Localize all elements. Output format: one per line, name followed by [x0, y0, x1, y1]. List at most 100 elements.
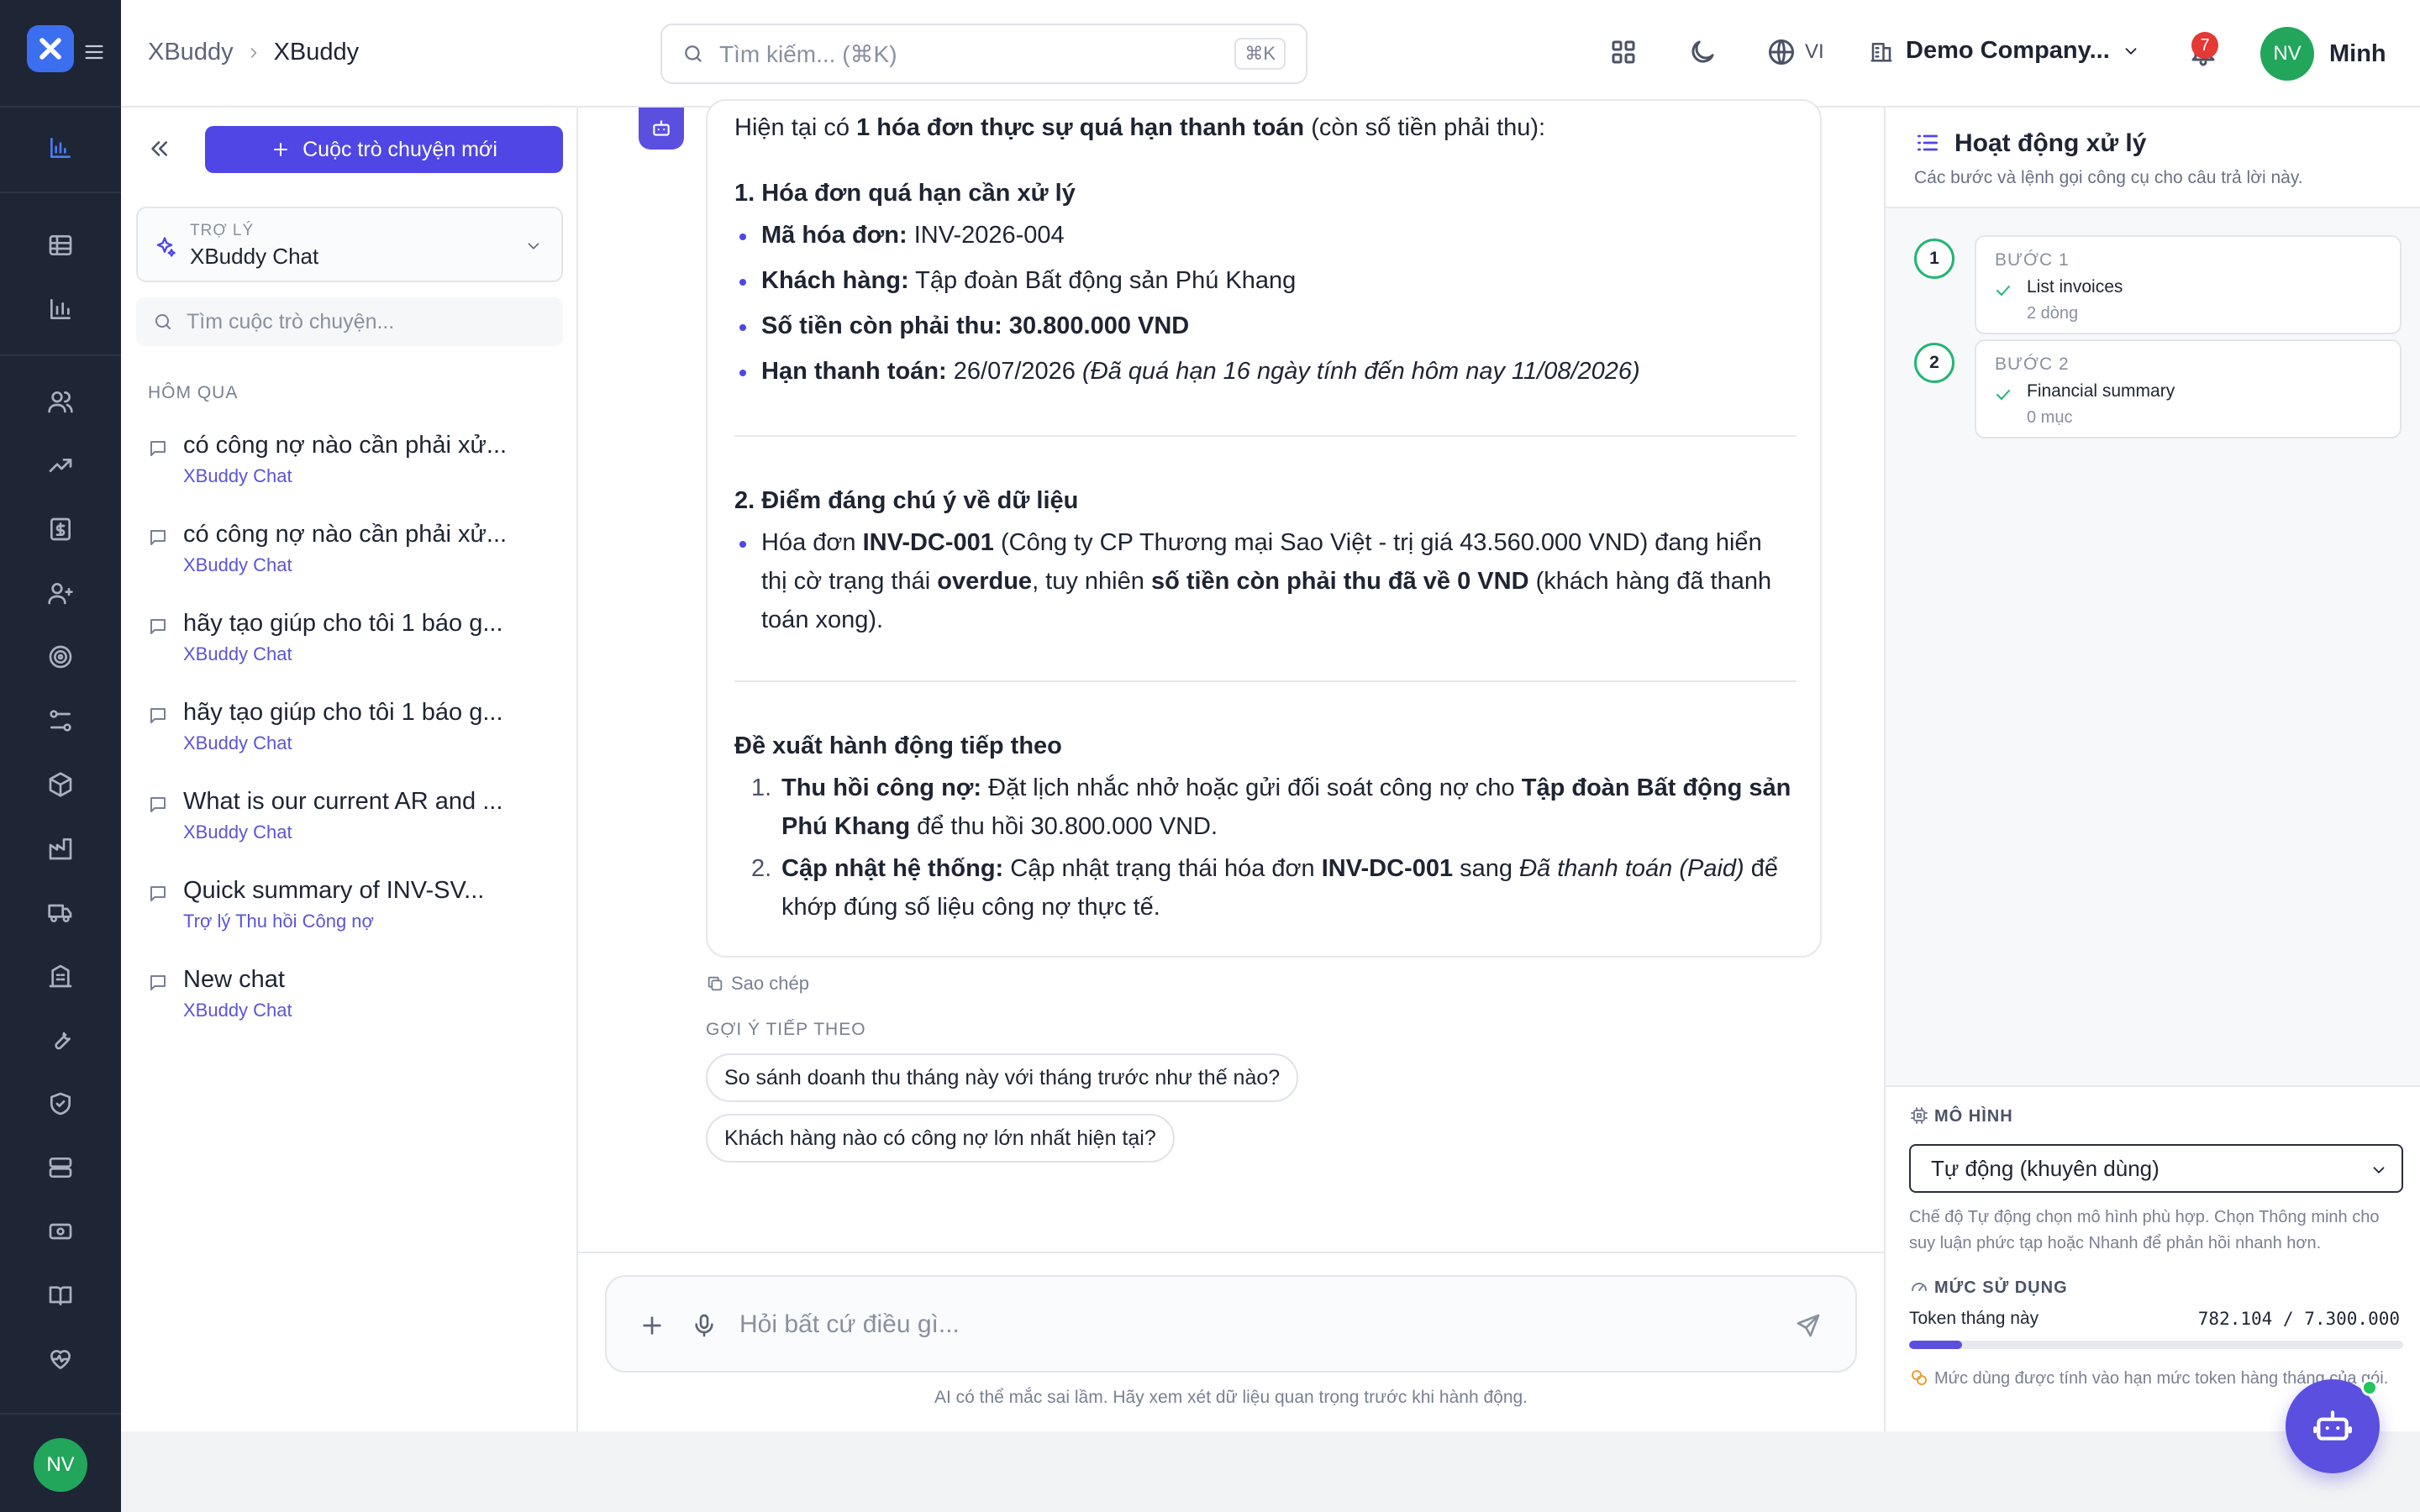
apps-grid-icon[interactable] — [1608, 37, 1639, 67]
conversation-assistant: Trợ lý Thu hồi Công nợ — [183, 911, 374, 932]
breadcrumb: XBuddy XBuddy — [148, 39, 359, 66]
heading-overdue: 1. Hóa đơn quá hạn cần xử lý — [734, 180, 1076, 207]
language-code: VI — [1805, 40, 1824, 63]
copy-button[interactable]: Sao chép — [706, 973, 809, 995]
contacts-icon[interactable] — [44, 576, 77, 610]
message-icon — [148, 438, 168, 459]
server-icon[interactable] — [44, 1151, 77, 1184]
conversation-title: New chat — [183, 966, 285, 993]
bar-chart-icon[interactable] — [44, 292, 77, 326]
breadcrumb-current: XBuddy — [273, 39, 360, 66]
menu-icon[interactable] — [82, 40, 106, 64]
check-icon — [1993, 281, 2013, 301]
bot-icon — [653, 120, 670, 136]
conversation-title: có công nợ nào cần phải xử... — [183, 521, 508, 548]
app-logo[interactable] — [27, 25, 74, 72]
gauge-icon — [1909, 1277, 1929, 1297]
step-name: List invoices — [2027, 277, 2123, 297]
send-icon[interactable] — [1795, 1312, 1822, 1339]
conversation-item[interactable]: hãy tạo giúp cho tôi 1 báo g... XBuddy C… — [148, 699, 551, 774]
analytics-icon[interactable] — [44, 131, 77, 165]
chevron-down-icon — [524, 237, 543, 255]
package-icon[interactable] — [44, 768, 77, 801]
shield-icon[interactable] — [44, 1087, 77, 1121]
coins-icon — [1909, 1368, 1929, 1388]
model-label: MÔ HÌNH — [1934, 1107, 2013, 1126]
conversation-assistant: XBuddy Chat — [183, 732, 292, 753]
conversation-assistant: XBuddy Chat — [183, 643, 292, 664]
target-icon[interactable] — [44, 640, 77, 674]
step-card[interactable]: BƯỚC 1 List invoices 2 dòng — [1975, 235, 2402, 334]
action-2-line-1: Cập nhật hệ thống: Cập nhật trạng thái h… — [781, 855, 1779, 882]
moon-icon[interactable] — [1687, 37, 1718, 67]
conversation-item[interactable]: có công nợ nào cần phải xử... XBuddy Cha… — [148, 432, 551, 507]
conversation-title: có công nợ nào cần phải xử... — [183, 432, 508, 459]
section-heading: HÔM QUA — [148, 383, 239, 402]
language-switcher[interactable]: VI — [1766, 37, 1824, 67]
note-line-2: thị cờ trạng thái overdue, tuy nhiên số … — [761, 568, 1772, 595]
suggestion-chip[interactable]: So sánh doanh thu tháng này với tháng tr… — [706, 1053, 1299, 1102]
conversation-search-input[interactable]: Tìm cuộc trò chuyện... — [136, 297, 563, 346]
step-card[interactable]: BƯỚC 2 Financial summary 0 mục — [1975, 339, 2402, 438]
logo-icon — [39, 38, 61, 60]
notification-badge: 7 — [2191, 32, 2218, 59]
conversation-item[interactable]: hãy tạo giúp cho tôi 1 báo g... XBuddy C… — [148, 610, 551, 685]
suggestions-label: GỢI Ý TIẾP THEO — [706, 1020, 866, 1039]
trending-icon[interactable] — [44, 449, 77, 482]
top-bar: XBuddy XBuddy Tìm kiếm... (⌘K) ⌘K VI Dem… — [121, 0, 2420, 108]
invoice-icon[interactable] — [44, 512, 77, 546]
user-avatar[interactable]: NV — [2260, 27, 2314, 81]
workflow-icon[interactable] — [44, 704, 77, 738]
health-icon[interactable] — [44, 1342, 77, 1376]
new-chat-label: Cuộc trò chuyện mới — [302, 137, 497, 161]
conversation-item[interactable]: có công nợ nào cần phải xử... XBuddy Cha… — [148, 521, 551, 596]
conversation-item[interactable]: New chat XBuddy Chat — [148, 966, 551, 1042]
conversation-item[interactable]: Quick summary of INV-SV... Trợ lý Thu hồ… — [148, 877, 551, 953]
detail-invoice: Mã hóa đơn: INV-2026-004 — [761, 222, 1065, 249]
conversation-search-placeholder: Tìm cuộc trò chuyện... — [187, 309, 395, 333]
cash-icon[interactable] — [44, 1215, 77, 1248]
collapse-sidebar-icon[interactable] — [146, 136, 171, 161]
conversation-sidebar: Cuộc trò chuyện mới TRỢ LÝ XBuddy Chat T… — [121, 108, 578, 1431]
step-label: BƯỚC 2 — [1995, 354, 2070, 374]
copy-icon — [706, 974, 724, 993]
copy-label: Sao chép — [731, 973, 809, 994]
company-switcher[interactable]: Demo Company... — [1869, 37, 2140, 65]
factory-icon[interactable] — [44, 832, 77, 865]
breadcrumb-item[interactable]: XBuddy — [148, 39, 234, 66]
note-line-1: Hóa đơn INV-DC-001 (Công ty CP Thương mạ… — [761, 529, 1762, 556]
bullet-marker — [739, 279, 746, 286]
suggestion-chip[interactable]: Khách hàng nào có công nợ lớn nhất hiện … — [706, 1114, 1175, 1163]
step-count: 0 mục — [2027, 408, 2073, 427]
chat-area: Hiện tại có 1 hóa đơn thực sự quá hạn th… — [578, 99, 1884, 1431]
message-intro: Hiện tại có 1 hóa đơn thực sự quá hạn th… — [734, 114, 1546, 141]
truck-icon[interactable] — [44, 895, 77, 929]
usage-progress-bar — [1909, 1341, 2403, 1349]
message-composer[interactable]: Hỏi bất cứ điều gì... — [605, 1275, 1857, 1373]
sparkles-icon — [153, 235, 176, 259]
action-1-line-2: Phú Khang để thu hồi 30.800.000 VND. — [781, 813, 1218, 840]
model-select[interactable]: Tự động (khuyên dùng) — [1909, 1144, 2403, 1193]
users-icon[interactable] — [44, 385, 77, 418]
search-icon — [682, 43, 704, 65]
message-icon — [148, 973, 168, 993]
new-chat-button[interactable]: Cuộc trò chuyện mới — [205, 126, 563, 173]
table-icon[interactable] — [44, 228, 77, 262]
divider — [0, 1413, 121, 1415]
assistant-value: XBuddy Chat — [190, 244, 319, 269]
activity-panel-title: Hoạt động xử lý — [1954, 129, 2147, 157]
conversation-assistant: XBuddy Chat — [183, 1000, 292, 1021]
microphone-icon[interactable] — [691, 1312, 718, 1339]
model-note: Chế độ Tự động chọn mô hình phù hợp. Chọ… — [1909, 1208, 2380, 1252]
building-icon[interactable] — [44, 959, 77, 993]
plus-icon[interactable] — [639, 1312, 666, 1339]
conversation-item[interactable]: What is our current AR and ... XBuddy Ch… — [148, 788, 551, 864]
assistant-selector[interactable]: TRỢ LÝ XBuddy Chat — [136, 207, 563, 282]
book-icon[interactable] — [44, 1278, 77, 1312]
global-search[interactable]: Tìm kiếm... (⌘K) ⌘K — [660, 24, 1307, 84]
avatar[interactable]: NV — [34, 1438, 87, 1492]
wrench-icon[interactable] — [44, 1023, 77, 1057]
message-icon — [148, 617, 168, 637]
user-name[interactable]: Minh — [2329, 40, 2386, 68]
tokens-label: Token tháng này — [1909, 1309, 2039, 1328]
